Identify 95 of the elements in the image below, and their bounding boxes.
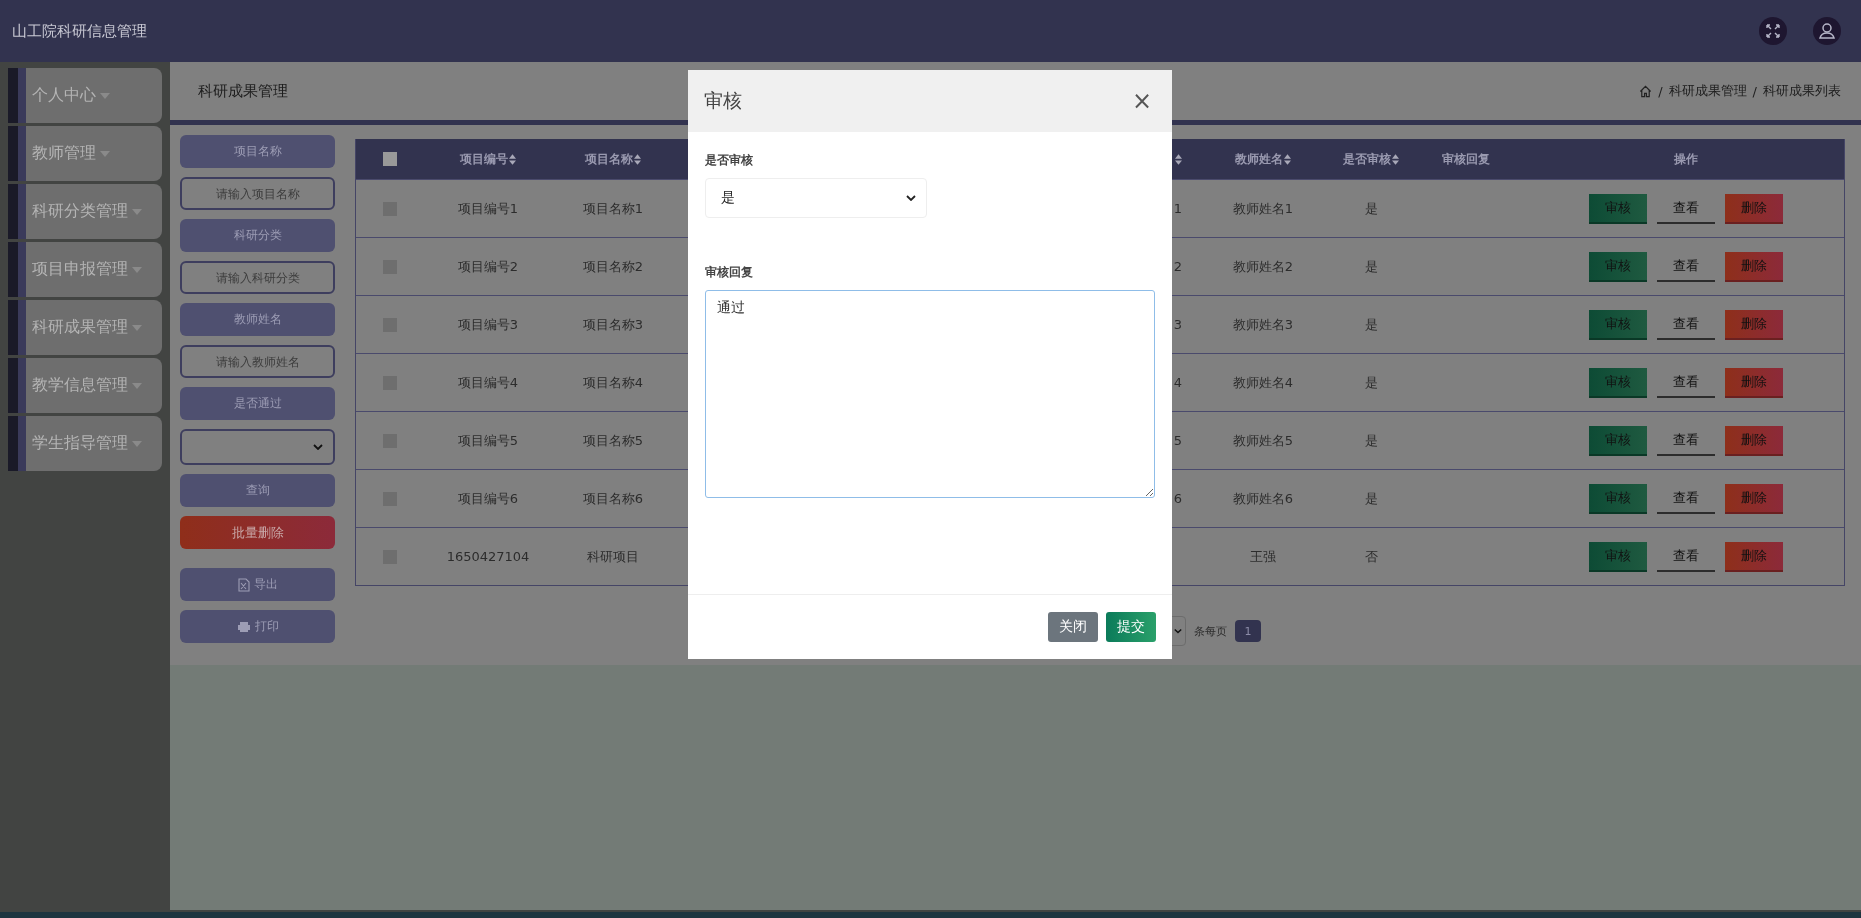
- table-cell: 教师姓名2: [1232, 257, 1294, 276]
- search-field[interactable]: 请输入项目名称: [180, 177, 335, 210]
- delete-button[interactable]: 删除: [1724, 367, 1783, 398]
- filter-label: 教师姓名: [180, 303, 335, 336]
- table-cell: 项目名称1: [582, 199, 644, 218]
- reply-field[interactable]: 通过: [705, 290, 1155, 498]
- sidebar-item[interactable]: 教师管理: [8, 126, 162, 181]
- table-cell: 5: [1173, 433, 1182, 448]
- delete-button[interactable]: 删除: [1724, 483, 1783, 514]
- column-header: 操作: [1673, 150, 1698, 168]
- table-cell: 项目名称2: [582, 257, 644, 276]
- table-cell: 是: [1364, 431, 1378, 450]
- column-header[interactable]: 是否审核: [1343, 150, 1399, 168]
- breadcrumb-separator: /: [1752, 83, 1757, 99]
- delete-button[interactable]: 删除: [1724, 251, 1783, 282]
- view-button[interactable]: 查看: [1656, 367, 1715, 398]
- table-cell: 6: [1173, 491, 1182, 506]
- table-cell: 4: [1173, 375, 1182, 390]
- column-header[interactable]: 项目名称: [585, 150, 641, 168]
- close-dialog-button[interactable]: 关闭: [1048, 612, 1098, 642]
- sidebar-item[interactable]: 个人中心: [8, 68, 162, 123]
- per-page-label: 条每页: [1194, 623, 1227, 639]
- table-cell: 项目名称5: [582, 431, 644, 450]
- sidebar-item[interactable]: 学生指导管理: [8, 416, 162, 471]
- review-button[interactable]: 审核: [1588, 483, 1647, 514]
- table-cell: 项目编号3: [457, 315, 519, 334]
- field-label: 是否审核: [705, 152, 753, 169]
- view-button[interactable]: 查看: [1656, 309, 1715, 340]
- field-label: 审核回复: [705, 264, 753, 281]
- delete-button[interactable]: 删除: [1724, 425, 1783, 456]
- export-button[interactable]: 导出: [180, 568, 335, 601]
- view-button[interactable]: 查看: [1656, 541, 1715, 572]
- table-cell: 教师姓名3: [1232, 315, 1294, 334]
- view-button[interactable]: 查看: [1656, 483, 1715, 514]
- review-button[interactable]: 审核: [1588, 193, 1647, 224]
- table-cell: 教师姓名6: [1232, 489, 1294, 508]
- column-header[interactable]: 项目编号: [460, 150, 516, 168]
- print-button[interactable]: 打印: [180, 610, 335, 643]
- table-cell: 王强: [1250, 547, 1276, 566]
- table-cell: 是: [1364, 489, 1378, 508]
- table-cell: 项目编号6: [457, 489, 519, 508]
- table-cell: 是: [1364, 315, 1378, 334]
- filter-label: 是否通过: [180, 387, 335, 420]
- table-cell: 项目名称3: [582, 315, 644, 334]
- table-cell: 项目编号2: [457, 257, 519, 276]
- search-field[interactable]: 请输入科研分类: [180, 261, 335, 294]
- filter-label: 项目名称: [180, 135, 335, 168]
- table-cell: 3: [1173, 317, 1182, 332]
- table-cell: 是: [1364, 373, 1378, 392]
- search-field[interactable]: 请输入教师姓名: [180, 345, 335, 378]
- query-button[interactable]: 查询: [180, 474, 335, 507]
- table-cell: 项目名称4: [582, 373, 644, 392]
- table-cell: 项目编号4: [457, 373, 519, 392]
- table-cell: 1: [1173, 201, 1182, 216]
- view-button[interactable]: 查看: [1656, 251, 1715, 282]
- dialog-title: 审核: [704, 88, 742, 113]
- close-button[interactable]: ×: [1127, 89, 1156, 113]
- view-button[interactable]: 查看: [1656, 425, 1715, 456]
- review-select[interactable]: 是: [705, 178, 927, 218]
- table-cell: 项目名称6: [582, 489, 644, 508]
- batch-delete-button[interactable]: 批量删除: [180, 516, 335, 549]
- review-button[interactable]: 审核: [1588, 367, 1647, 398]
- table-cell: 否: [1364, 547, 1378, 566]
- table-cell: 是: [1364, 199, 1378, 218]
- sidebar-item[interactable]: 科研成果管理: [8, 300, 162, 355]
- submit-button[interactable]: 提交: [1106, 612, 1156, 642]
- delete-button[interactable]: 删除: [1724, 541, 1783, 572]
- review-button[interactable]: 审核: [1588, 541, 1647, 572]
- sidebar-item[interactable]: 科研分类管理: [8, 184, 162, 239]
- delete-button[interactable]: 删除: [1724, 193, 1783, 224]
- table-cell: 项目编号5: [457, 431, 519, 450]
- delete-button[interactable]: 删除: [1724, 309, 1783, 340]
- table-cell: 教师姓名1: [1232, 199, 1294, 218]
- app-title: 山工院科研信息管理: [12, 21, 147, 41]
- breadcrumb-separator: /: [1658, 83, 1663, 99]
- table-cell: 是: [1364, 257, 1378, 276]
- filter-label: 科研分类: [180, 219, 335, 252]
- column-header: 审核回复: [1442, 150, 1490, 168]
- table-cell: 教师姓名4: [1232, 373, 1294, 392]
- table-cell: 教师姓名5: [1232, 431, 1294, 450]
- review-button[interactable]: 审核: [1588, 425, 1647, 456]
- column-header[interactable]: 教师姓名: [1235, 150, 1291, 168]
- review-button[interactable]: 审核: [1588, 309, 1647, 340]
- page-button[interactable]: 1: [1235, 620, 1261, 642]
- table-cell: 科研项目: [587, 547, 639, 566]
- table-cell: 2: [1173, 259, 1182, 274]
- view-button[interactable]: 查看: [1656, 193, 1715, 224]
- page-title: 科研成果管理: [198, 81, 288, 101]
- table-cell: 项目编号1: [457, 199, 519, 218]
- sidebar-item[interactable]: 教学信息管理: [8, 358, 162, 413]
- breadcrumb-link[interactable]: 科研成果管理: [1668, 82, 1747, 100]
- review-button[interactable]: 审核: [1588, 251, 1647, 282]
- sidebar-item[interactable]: 项目申报管理: [8, 242, 162, 297]
- breadcrumb-link[interactable]: 科研成果列表: [1763, 82, 1841, 100]
- table-cell: 1650427104: [446, 549, 530, 564]
